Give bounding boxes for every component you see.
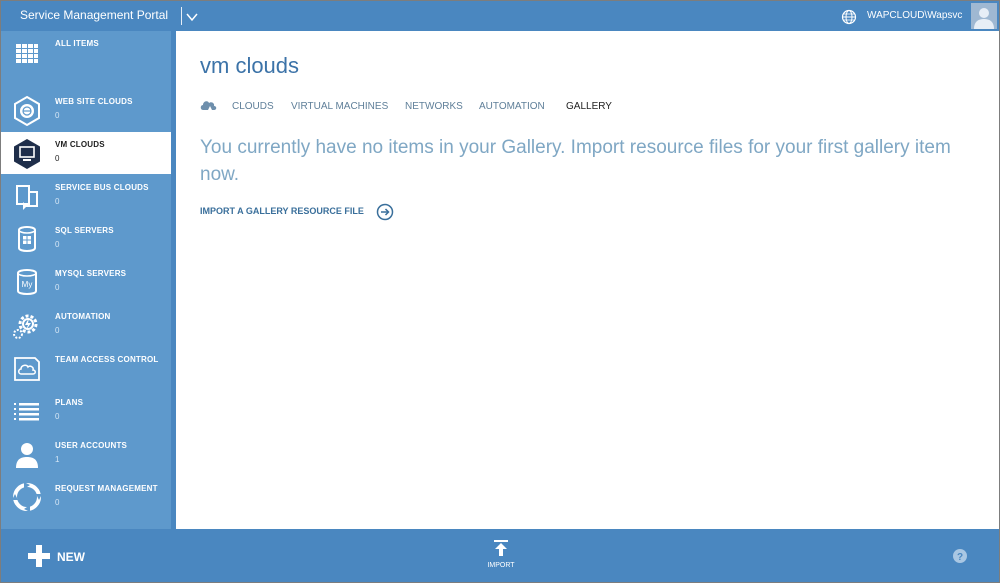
page-title: vm clouds (200, 53, 300, 78)
avatar-silhouette-icon (974, 8, 994, 29)
user-avatar[interactable] (971, 3, 997, 29)
help-icon[interactable]: ? (952, 548, 968, 564)
tab-virtual-machines[interactable]: VIRTUAL MACHINES (291, 101, 388, 112)
all-items-grid-icon (16, 44, 38, 63)
sidebar-item-team-access-control[interactable]: TEAM ACCESS CONTROL (1, 347, 171, 389)
service-bus-icon (16, 185, 38, 210)
sidebar-item-automation[interactable]: AUTOMATION 0 (1, 304, 171, 346)
globe-icon[interactable] (841, 9, 857, 25)
sidebar-item-service-bus-clouds[interactable]: SERVICE BUS CLOUDS 0 (1, 175, 171, 217)
sidebar-item-label: REQUEST MANAGEMENT (55, 484, 158, 493)
sidebar-item-count: 0 (55, 154, 60, 163)
sidebar-item-all-items[interactable]: ALL ITEMS (1, 31, 171, 73)
svg-text:?: ? (957, 552, 963, 563)
new-button[interactable]: NEW (57, 550, 85, 564)
clouds-icon (200, 101, 217, 110)
plans-list-icon (14, 403, 39, 421)
sidebar-item-label: VM CLOUDS (55, 140, 105, 149)
sql-servers-icon (18, 226, 36, 252)
sidebar-item-label: TEAM ACCESS CONTROL (55, 355, 159, 364)
chevron-down-icon[interactable] (185, 10, 199, 24)
sidebar-item-label: MYSQL SERVERS (55, 269, 127, 278)
upload-arrow-icon (494, 540, 508, 556)
portal-title[interactable]: Service Management Portal (20, 8, 168, 22)
sidebar-item-vm-clouds[interactable]: VM CLOUDS 0 (1, 132, 171, 174)
import-link-label: IMPORT A GALLERY RESOURCE FILE (200, 206, 364, 216)
sidebar-item-count: 1 (55, 455, 60, 464)
sidebar-item-count: 0 (55, 283, 60, 292)
sidebar-item-count: 0 (55, 498, 60, 507)
sidebar-item-count: 0 (55, 111, 60, 120)
top-bar-divider (181, 7, 182, 25)
import-button[interactable]: IMPORT (481, 537, 521, 577)
team-access-cloud-icon (14, 357, 40, 381)
sidebar-item-plans[interactable]: PLANS 0 (1, 390, 171, 432)
sidebar-item-label: SERVICE BUS CLOUDS (55, 183, 149, 192)
tab-clouds[interactable]: CLOUDS (232, 101, 274, 112)
sidebar-item-label: WEB SITE CLOUDS (55, 97, 133, 106)
request-management-icon (12, 482, 42, 512)
plus-icon[interactable] (27, 544, 51, 568)
sidebar-item-label: SQL SERVERS (55, 226, 114, 235)
tab-gallery[interactable]: GALLERY (566, 101, 612, 112)
sidebar-item-count: 0 (55, 197, 60, 206)
sidebar-item-count: 0 (55, 326, 60, 335)
sidebar: ALL ITEMS WEB SITE CLOUDS 0 VM CLOUDS 0 (1, 31, 171, 529)
sidebar-item-count: 0 (55, 240, 60, 249)
bottom-command-bar: NEW IMPORT ? (1, 529, 999, 582)
sidebar-item-request-management[interactable]: REQUEST MANAGEMENT 0 (1, 476, 171, 518)
svg-text:My: My (22, 280, 33, 289)
mysql-servers-icon: My (17, 269, 37, 295)
sidebar-item-web-site-clouds[interactable]: WEB SITE CLOUDS 0 (1, 89, 171, 131)
sidebar-item-sql-servers[interactable]: SQL SERVERS 0 (1, 218, 171, 260)
import-label: IMPORT (487, 562, 515, 569)
sidebar-item-user-accounts[interactable]: USER ACCOUNTS 1 (1, 433, 171, 475)
web-site-clouds-icon (14, 95, 40, 126)
sidebar-item-label: ALL ITEMS (55, 39, 99, 48)
arrow-right-circle-icon (376, 203, 394, 221)
vm-clouds-icon (14, 139, 40, 169)
sidebar-item-mysql-servers[interactable]: My MYSQL SERVERS 0 (1, 261, 171, 303)
empty-gallery-message: You currently have no items in your Gall… (200, 137, 951, 185)
sidebar-item-label: PLANS (55, 398, 84, 407)
sidebar-item-count: 0 (55, 412, 60, 421)
tab-automation[interactable]: AUTOMATION (479, 101, 545, 112)
sidebar-item-label: USER ACCOUNTS (55, 441, 128, 450)
account-name[interactable]: WAPCLOUD\Wapsvc (867, 10, 962, 21)
sidebar-item-label: AUTOMATION (55, 312, 111, 321)
tab-networks[interactable]: NETWORKS (405, 101, 463, 112)
portal-window: Service Management Portal WAPCLOUD\Wapsv… (0, 0, 1000, 583)
user-accounts-icon (16, 443, 38, 468)
top-bar: Service Management Portal WAPCLOUD\Wapsv… (1, 1, 999, 31)
main-content: vm clouds CLOUDS VIRTUAL MACHINES NETWOR… (176, 31, 999, 529)
automation-gear-icon (13, 314, 38, 339)
